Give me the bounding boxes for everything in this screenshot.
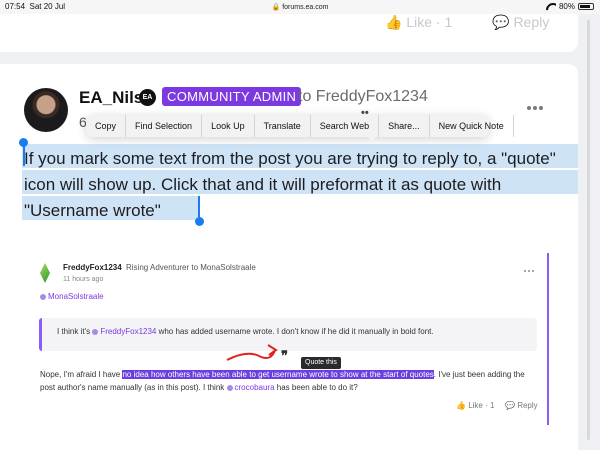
role-badge: COMMUNITY ADMIN — [162, 87, 302, 106]
embedded-like: 👍 Like · 1 — [456, 401, 495, 410]
status-right: 80% — [546, 2, 594, 11]
like-button-prev[interactable]: 👍 Like · 1 — [385, 14, 452, 31]
quote-icon: ❞ — [281, 348, 288, 363]
text-selection-menu: •• Copy Find Selection Look Up Translate… — [86, 107, 514, 141]
red-arrow-annotation — [226, 344, 278, 361]
drag-handle-icon: •• — [361, 107, 369, 119]
author-name[interactable]: EA_Nils — [79, 88, 143, 108]
battery-icon — [578, 3, 594, 10]
url-bar[interactable]: 🔒 forums.ea.com — [0, 3, 600, 11]
post-body: If you mark some text from the post you … — [24, 149, 556, 220]
scrollbar[interactable] — [587, 20, 590, 440]
reply-button-prev[interactable]: 💬 Reply — [492, 14, 549, 31]
embedded-body: Nope, I'm afraid I have no idea how othe… — [40, 370, 525, 392]
reply-icon: 💬 — [492, 14, 510, 30]
previous-post-card: 👍 Like · 1 💬 Reply — [0, 14, 578, 52]
ea-badge-icon: EA — [139, 89, 156, 106]
status-bar: 07:54 Sat 20 Jul 🔒 forums.ea.com 80% — [0, 0, 600, 14]
embedded-reply: 💬 Reply — [505, 401, 538, 410]
user-dot-icon — [226, 385, 233, 391]
embedded-author: FreddyFox1234 — [63, 263, 122, 272]
battery-percent: 80% — [558, 2, 575, 11]
embedded-more-icon — [524, 270, 534, 272]
wifi-icon — [546, 3, 556, 11]
menu-item-new-quick-note[interactable]: New Quick Note — [430, 115, 514, 137]
reply-to-label[interactable]: to FreddyFox1234 — [298, 88, 428, 106]
user-dot-icon — [92, 329, 99, 335]
more-options-icon[interactable] — [527, 106, 543, 110]
embedded-mention: MonaSolstraale — [40, 292, 104, 301]
embedded-quote-text: I think it's FreddyFox1234 who has added… — [57, 327, 434, 336]
menu-item-share[interactable]: Share... — [379, 115, 430, 137]
author-avatar[interactable] — [24, 88, 68, 132]
embedded-time: 11 hours ago — [63, 276, 104, 283]
menu-pointer — [365, 134, 379, 141]
menu-item-copy[interactable]: Copy — [86, 115, 127, 137]
embedded-rank: Rising Adventurer to MonaSolstraale — [126, 263, 256, 272]
menu-item-find-selection[interactable]: Find Selection — [126, 115, 203, 137]
menu-item-look-up[interactable]: Look Up — [202, 115, 255, 137]
user-dot-icon — [40, 294, 46, 300]
embedded-accent-border — [547, 253, 549, 425]
menu-item-translate[interactable]: Translate — [255, 115, 311, 137]
